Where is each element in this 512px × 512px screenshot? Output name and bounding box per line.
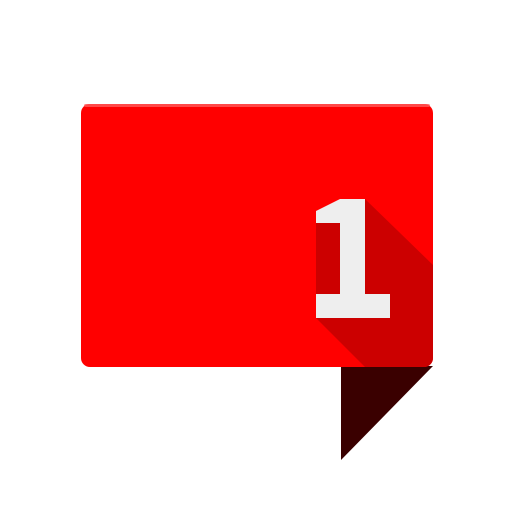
speech-bubble-icon — [81, 104, 433, 460]
badge-count-text: 1 — [316, 199, 390, 318]
app-icon-canvas: 1 — [0, 0, 512, 512]
bubble-tail — [341, 366, 433, 460]
bubble-top-highlight — [84, 104, 430, 107]
